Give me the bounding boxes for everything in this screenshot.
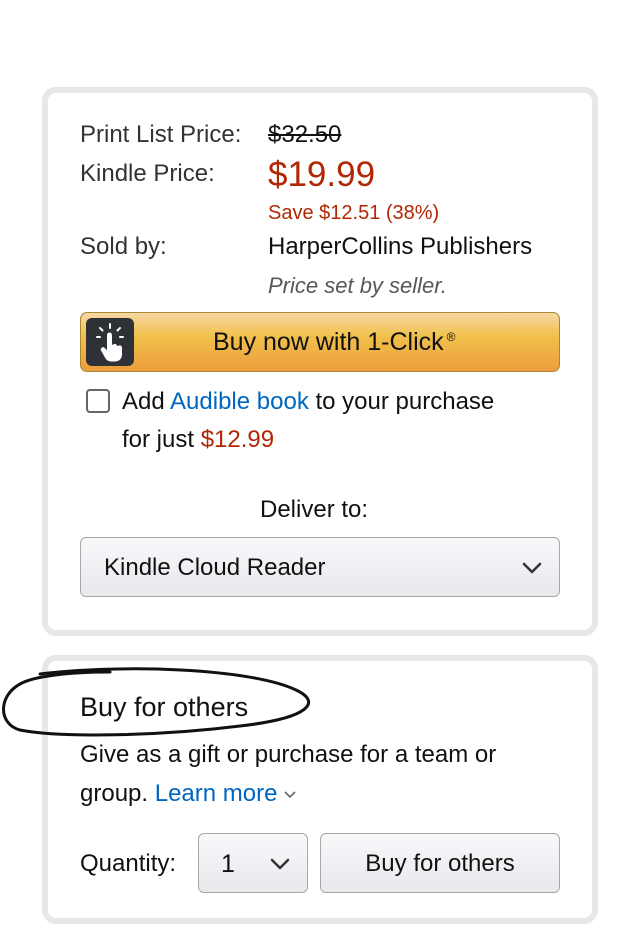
quantity-value: 1 (221, 850, 235, 878)
seller-name: HarperCollins Publishers (268, 233, 533, 260)
audible-price: $12.99 (200, 426, 275, 453)
price-set-note: Price set by seller. (268, 273, 447, 298)
buy-now-1-click-button[interactable]: Buy now with 1-Click ® (80, 312, 560, 372)
print-list-price-label: Print List Price: (80, 121, 242, 148)
annotation-circle (2, 667, 310, 737)
chevron-down-icon (522, 562, 542, 574)
deliver-to-value: Kindle Cloud Reader (104, 554, 326, 581)
sold-by-label: Sold by: (80, 233, 167, 260)
buy-for-others-button[interactable]: Buy for others (320, 833, 560, 893)
print-list-price: $32.50 (268, 121, 342, 148)
learn-more-link[interactable]: Learn more (155, 780, 298, 807)
audible-line-1: Add Audible book to your purchase (122, 388, 495, 415)
quantity-select[interactable]: 1 (198, 833, 308, 893)
buy-for-others-button-label: Buy for others (365, 850, 515, 877)
savings-text: Save $12.51 (38%) (268, 202, 440, 224)
chevron-down-small-icon (284, 791, 297, 798)
kindle-price-label: Kindle Price: (80, 160, 215, 187)
others-description-line-1: Give as a gift or purchase for a team or (80, 741, 497, 768)
buy-now-label: Buy now with 1-Click ® (213, 328, 456, 356)
others-description-line-2: group. Learn more (80, 780, 297, 808)
kindle-price: $19.99 (268, 155, 376, 194)
deliver-to-select[interactable]: Kindle Cloud Reader (80, 537, 560, 597)
add-audible-checkbox[interactable] (86, 389, 110, 413)
audible-book-link[interactable]: Audible book (170, 388, 309, 415)
audible-line-2: for just $12.99 (122, 426, 275, 453)
deliver-to-label: Deliver to: (260, 496, 369, 523)
chevron-down-icon (270, 858, 290, 870)
quantity-label: Quantity: (80, 850, 177, 877)
tap-finger-icon (86, 318, 134, 366)
